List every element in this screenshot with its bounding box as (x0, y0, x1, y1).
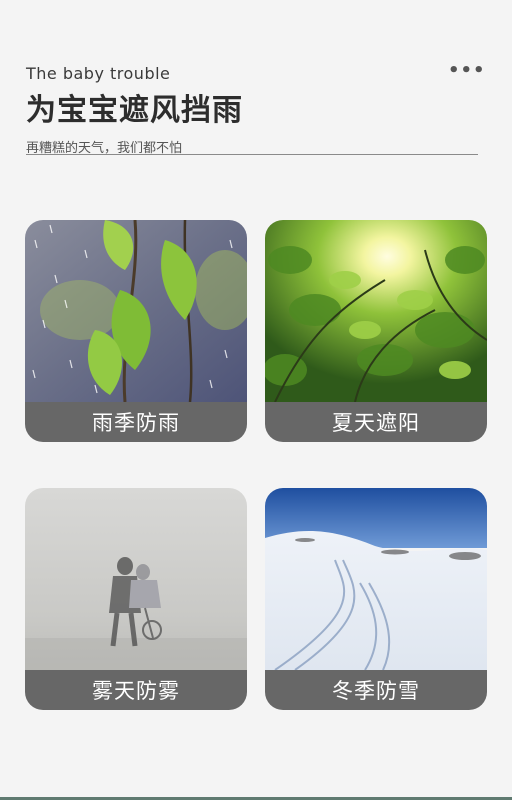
card-label: 雨季防雨 (25, 402, 247, 442)
sun-leaves-image (265, 220, 487, 402)
card-label: 夏天遮阳 (265, 402, 487, 442)
rain-leaves-image (25, 220, 247, 402)
card-label: 冬季防雪 (265, 670, 487, 710)
subtitle-en: The baby trouble (26, 64, 171, 83)
fog-cyclists-image (25, 488, 247, 670)
snow-field-image (265, 488, 487, 670)
more-options-icon[interactable]: ••• (448, 60, 486, 81)
card-fog[interactable]: 雾天防雾 (25, 488, 247, 710)
card-sun[interactable]: 夏天遮阳 (265, 220, 487, 442)
header-divider (26, 154, 478, 155)
header: The baby trouble 为宝宝遮风挡雨 再糟糕的天气，我们都不怕 (26, 64, 478, 156)
card-rain[interactable]: 雨季防雨 (25, 220, 247, 442)
card-label: 雾天防雾 (25, 670, 247, 710)
card-snow[interactable]: 冬季防雪 (265, 488, 487, 710)
page-title: 为宝宝遮风挡雨 (26, 93, 243, 128)
